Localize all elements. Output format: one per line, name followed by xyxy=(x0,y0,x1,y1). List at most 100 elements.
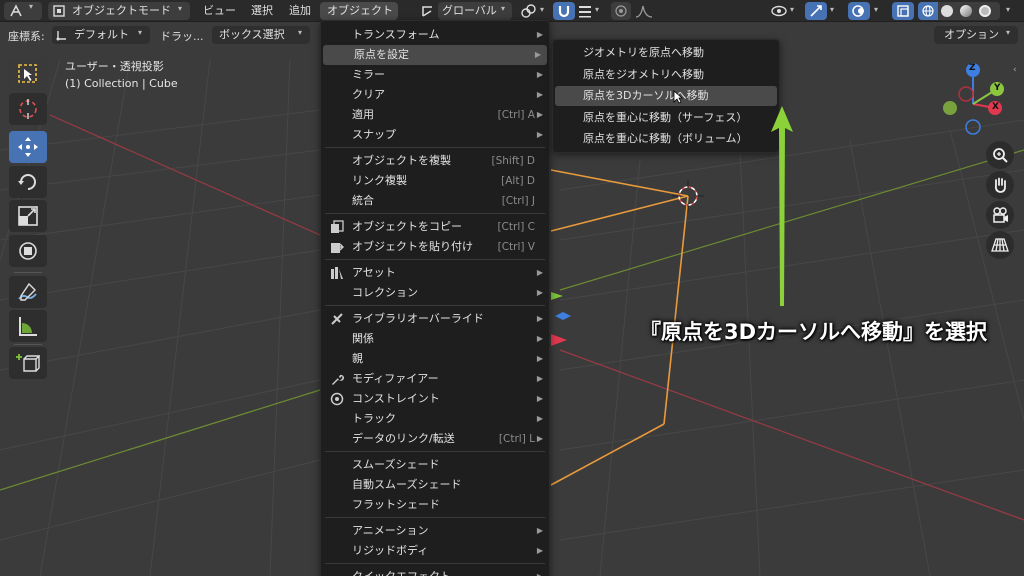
grid-perspective-icon xyxy=(991,238,1009,252)
object-menu-item[interactable]: 関係 ▶ xyxy=(321,329,549,349)
origin-menu-item[interactable]: 原点を重心に移動（サーフェス） xyxy=(555,108,777,128)
object-menu-item[interactable]: モディファイアー ▶ xyxy=(321,369,549,389)
editor-type-button[interactable]: ▾ xyxy=(4,2,42,20)
xray-toggle[interactable] xyxy=(892,2,914,20)
origin-menu-item[interactable]: ジオメトリを原点へ移動 xyxy=(555,43,777,63)
object-menu-item[interactable]: オブジェクトを複製 [Shift] D xyxy=(321,151,549,171)
chevron-down-icon[interactable]: ▾ xyxy=(1006,5,1010,14)
shading-wireframe-button[interactable] xyxy=(918,2,938,20)
object-menu-item[interactable]: フラットシェード xyxy=(321,495,549,515)
options-button[interactable]: オプション ▾ xyxy=(934,26,1018,44)
overlay-toggle[interactable] xyxy=(848,2,870,20)
cursor-tool[interactable] xyxy=(9,93,47,125)
object-menu-item[interactable]: アセット ▶ xyxy=(321,263,549,283)
gizmo-z-label: Z xyxy=(969,63,976,73)
camera-view-button[interactable] xyxy=(986,201,1014,229)
menu-item-label: オブジェクトを複製 xyxy=(352,154,451,167)
snap-target-icon[interactable] xyxy=(578,4,592,18)
asset-icon xyxy=(331,267,343,279)
menu-view[interactable]: ビュー xyxy=(203,2,236,20)
menu-select[interactable]: 選択 xyxy=(251,2,273,20)
move-tool[interactable] xyxy=(9,131,47,163)
object-menu-item[interactable]: ライブラリオーバーライド ▶ xyxy=(321,309,549,329)
rotate-tool[interactable] xyxy=(9,166,47,198)
magnet-icon xyxy=(558,6,570,18)
object-menu-item[interactable]: 親 ▶ xyxy=(321,349,549,369)
add-cube-tool[interactable] xyxy=(9,347,47,379)
pan-button[interactable] xyxy=(986,171,1014,199)
menu-item-label: コレクション xyxy=(352,286,418,299)
origin-menu-item[interactable]: 原点をジオメトリへ移動 xyxy=(555,65,777,85)
mode-selector[interactable]: オブジェクトモード ▾ xyxy=(48,2,190,20)
transform-icon xyxy=(19,242,37,260)
object-menu-item[interactable]: トランスフォーム ▶ xyxy=(321,25,549,45)
menu-item-label: トランスフォーム xyxy=(352,28,440,41)
submenu-arrow-icon: ▶ xyxy=(536,70,543,79)
green-axis-handle[interactable] xyxy=(551,292,563,300)
perspective-toggle-button[interactable] xyxy=(986,231,1014,259)
submenu-arrow-icon: ▶ xyxy=(534,50,541,59)
falloff-curve-icon[interactable] xyxy=(635,4,653,18)
object-menu-item[interactable]: ミラー ▶ xyxy=(321,65,549,85)
menu-item-shortcut: [Ctrl] V xyxy=(497,241,535,253)
shading-rendered-button[interactable] xyxy=(979,5,991,17)
object-menu-item[interactable]: リンク複製 [Alt] D xyxy=(321,171,549,191)
object-menu-item[interactable]: コレクション ▶ xyxy=(321,283,549,303)
object-menu-item[interactable]: 適用 [Ctrl] A ▶ xyxy=(321,105,549,125)
select-box-tool[interactable] xyxy=(9,58,47,90)
measure-tool[interactable] xyxy=(9,310,47,342)
object-menu-item[interactable]: コンストレイント ▶ xyxy=(321,389,549,409)
object-mode-icon xyxy=(53,5,65,17)
menu-item-label: ミラー xyxy=(352,68,385,81)
pivot-point-icon[interactable] xyxy=(520,3,538,19)
proportional-edit-toggle[interactable] xyxy=(611,2,631,20)
box-select-selector[interactable]: ボックス選択 ▾ xyxy=(212,26,310,44)
object-menu-item[interactable]: 自動スムーズシェード xyxy=(321,475,549,495)
origin-menu-item[interactable]: 原点を3Dカーソルへ移動 xyxy=(555,86,777,106)
object-menu-item[interactable]: オブジェクトをコピー [Ctrl] C xyxy=(321,217,549,237)
object-menu-item[interactable]: クリア ▶ xyxy=(321,85,549,105)
menu-item-label: トラック xyxy=(352,412,396,425)
annotation-arrow xyxy=(771,106,793,306)
menu-object[interactable]: オブジェクト xyxy=(327,2,393,20)
object-menu-item[interactable]: データのリンク/転送 [Ctrl] L ▶ xyxy=(321,429,549,449)
object-menu-item[interactable]: 原点を設定 ▶ xyxy=(323,45,547,65)
origin-menu-item[interactable]: 原点を重心に移動（ボリューム） xyxy=(555,129,777,149)
snap-toggle[interactable] xyxy=(553,2,575,20)
orientation-selector[interactable]: グローバル ▾ xyxy=(438,2,512,20)
shading-solid-button[interactable] xyxy=(941,5,953,17)
object-menu-item[interactable]: アニメーション ▶ xyxy=(321,521,549,541)
coord-icon xyxy=(56,31,66,41)
blender-window: ▾ オブジェクトモード ▾ ビュー 選択 追加 オブジェクト グローバル ▾ ▾… xyxy=(0,0,1024,576)
visibility-icon[interactable] xyxy=(770,4,788,18)
menu-add[interactable]: 追加 xyxy=(289,2,311,20)
object-mode-gizmo-icon xyxy=(10,4,22,17)
object-menu-item[interactable]: クイックエフェクト ▶ xyxy=(321,567,549,576)
menu-item-label: オブジェクトを貼り付け xyxy=(352,240,473,253)
scale-tool[interactable] xyxy=(9,200,47,232)
ruler-icon xyxy=(19,317,37,336)
panel-toggle[interactable]: ‹ xyxy=(1013,65,1023,79)
object-menu-item[interactable]: リジッドボディ ▶ xyxy=(321,541,549,561)
object-menu-item[interactable]: 統合 [Ctrl] J xyxy=(321,191,549,211)
blue-plane-handle[interactable] xyxy=(555,312,571,320)
options-label: オプション xyxy=(944,28,999,41)
annotate-tool[interactable] xyxy=(9,276,47,308)
submenu-arrow-icon: ▶ xyxy=(536,546,543,555)
shading-material-button[interactable] xyxy=(960,5,972,17)
menu-item-shortcut: [Ctrl] J xyxy=(501,195,535,207)
chevron-down-icon: ▾ xyxy=(790,5,795,14)
wrench-icon xyxy=(332,374,344,385)
navigation-gizmo[interactable]: Z X Y xyxy=(940,60,1008,136)
object-menu-item[interactable]: オブジェクトを貼り付け [Ctrl] V xyxy=(321,237,549,257)
menu-item-label: アニメーション xyxy=(352,524,429,537)
object-menu-item[interactable]: トラック ▶ xyxy=(321,409,549,429)
gizmo-toggle[interactable] xyxy=(805,2,827,20)
object-menu-item[interactable]: スムーズシェード xyxy=(321,455,549,475)
transform-tool[interactable] xyxy=(9,235,47,267)
coord-system-selector[interactable]: デフォルト ▾ xyxy=(52,26,150,44)
red-axis-handle[interactable] xyxy=(551,334,567,346)
object-menu-item[interactable]: スナップ ▶ xyxy=(321,125,549,145)
chevron-down-icon: ▾ xyxy=(29,2,34,11)
zoom-button[interactable] xyxy=(986,141,1014,169)
